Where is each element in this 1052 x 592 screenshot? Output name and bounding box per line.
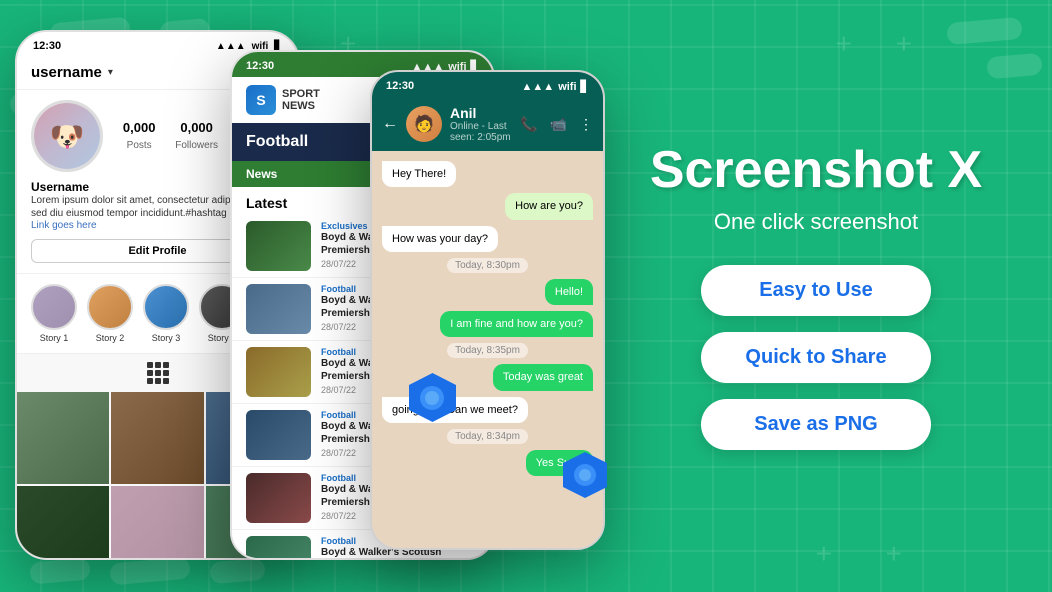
news-thumb-1 [246,221,311,271]
chat-msg-3: How was your day? [382,226,498,252]
ig-story-3-label: Story 3 [143,333,189,343]
ig-username-row: username ▾ [31,64,113,81]
ig-story-2-label: Story 2 [87,333,133,343]
feature-save-as-png[interactable]: Save as PNG [701,399,931,450]
news-thumb-2 [246,284,311,334]
chat-signal-icon: ▲▲▲ [522,81,555,93]
news-logo-icon: S [246,85,276,115]
chat-back-icon[interactable]: ← [382,115,398,133]
news-latest-label: Latest [246,195,287,211]
ig-dropdown-icon[interactable]: ▾ [108,67,113,78]
phones-section: 12:30 ▲▲▲ wifi ▋ username ▾ ⊞ ≡ [0,0,580,592]
chat-header: ← 🧑 Anil Online - Last seen: 2:05pm 📞 📹 … [372,97,603,151]
ig-signal-icon: ▲▲▲ [216,41,246,52]
feature-easy-to-use[interactable]: Easy to Use [701,265,931,316]
chat-battery-icon: ▋ [581,80,589,93]
ig-story-3[interactable]: Story 3 [143,284,189,343]
ig-followers-count: 0,000 [175,120,218,135]
chat-msg-2: How are you? [505,193,593,219]
ig-avatar: 🐶 [31,100,103,172]
ig-photo-2[interactable] [111,392,203,484]
chat-time: 12:30 [386,80,414,93]
app-subtitle: One click screenshot [714,209,918,235]
chat-more-icon[interactable]: ⋮ [579,116,593,133]
chat-msg-5: I am fine and how are you? [440,311,593,337]
chat-divider-1: Today, 8:30pm [447,258,528,273]
news-thumb-5 [246,473,311,523]
chat-wifi-icon: wifi [558,81,576,93]
mascot-chat [560,450,610,500]
ig-story-1[interactable]: Story 1 [31,284,77,343]
chat-video-icon[interactable]: 📹 [550,116,567,133]
ig-photo-5[interactable] [111,486,203,560]
chat-contact-status: Online - Last seen: 2:05pm [450,121,512,143]
main-container: 12:30 ▲▲▲ wifi ▋ username ▾ ⊞ ≡ [0,0,1052,592]
chat-contact-avatar: 🧑 [406,106,442,142]
news-thumb-4 [246,410,311,460]
ig-followers-label: Followers [175,140,218,151]
ig-grid-icon [147,362,169,384]
app-title: Screenshot X [650,142,982,199]
chat-call-icon[interactable]: 📞 [520,116,537,133]
news-nav-news[interactable]: News [246,167,277,181]
news-thumb-3 [246,347,311,397]
ig-posts-count: 0,000 [123,120,156,135]
ig-username: username [31,64,102,81]
news-time: 12:30 [246,60,274,73]
news-logo-text: SPORTNEWS [282,88,320,112]
ig-posts-stat: 0,000 Posts [123,120,156,153]
ig-story-1-label: Story 1 [31,333,77,343]
chat-user-info: Anil Online - Last seen: 2:05pm [450,105,512,143]
chat-contact-name: Anil [450,105,512,121]
chat-divider-2: Today, 8:35pm [447,343,528,358]
chat-divider-3: Today, 8:34pm [447,429,528,444]
mascot-news [405,370,460,425]
news-thumb-6 [246,536,311,560]
feature-buttons: Easy to Use Quick to Share Save as PNG [610,265,1022,450]
ig-time: 12:30 [33,40,61,52]
ig-story-2[interactable]: Story 2 [87,284,133,343]
right-section: Screenshot X One click screenshot Easy t… [580,122,1052,470]
chat-msg-4: Hello! [545,279,593,305]
ig-posts-label: Posts [127,140,152,151]
feature-quick-to-share[interactable]: Quick to Share [701,332,931,383]
ig-avatar-image: 🐶 [34,103,100,169]
chat-header-icons: 📞 📹 ⋮ [520,116,593,133]
news-logo: S SPORTNEWS [246,85,320,115]
ig-photo-1[interactable] [17,392,109,484]
chat-msg-1: Hey There! [382,161,456,187]
ig-followers-stat: 0,000 Followers [175,120,218,153]
chat-status-bar: 12:30 ▲▲▲ wifi ▋ [372,72,603,97]
chat-msg-6: Today was great [493,364,593,390]
ig-photo-4[interactable] [17,486,109,560]
